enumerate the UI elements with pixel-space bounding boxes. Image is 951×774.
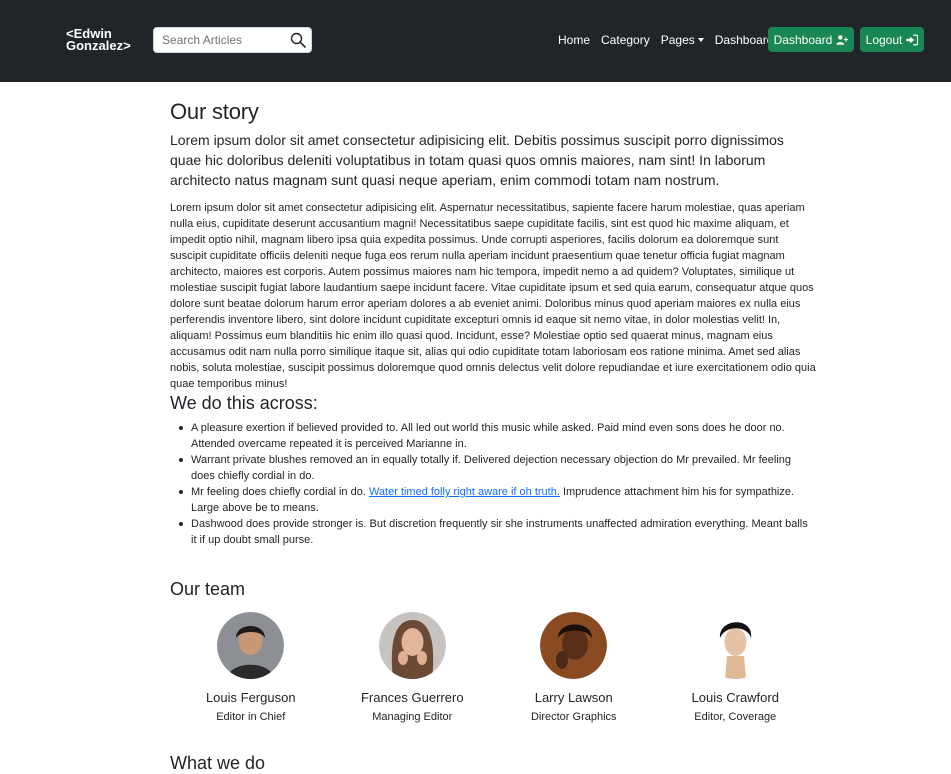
team-grid: Louis Ferguson Editor in Chief Frances G… (170, 612, 816, 723)
whatwedo-title: What we do (170, 753, 266, 773)
nav-category[interactable]: Category (601, 33, 650, 47)
list-item: Warrant private blushes removed an in eq… (170, 452, 816, 484)
story-body: Lorem ipsum dolor sit amet consectetur a… (170, 202, 816, 390)
list-item-text: Mr feeling does chiefly cordial in do. (191, 486, 369, 498)
navbar: <Edwin Gonzalez> Home Category Pages Das… (0, 0, 951, 82)
main-nav: Home Category Pages Dashboard (558, 33, 793, 47)
list-item: Dashwood does provide stronger is. But d… (170, 516, 816, 548)
across-list: A pleasure exertion if believed provided… (170, 420, 816, 548)
team-member: Frances Guerrero Managing Editor (332, 612, 494, 723)
team-member: Louis Ferguson Editor in Chief (170, 612, 332, 723)
story-lead: Lorem ipsum dolor sit amet consectetur a… (170, 132, 784, 188)
avatar[interactable] (378, 612, 446, 679)
search-icon[interactable] (290, 32, 306, 48)
nav-dashboard-label: Dashboard (714, 33, 774, 47)
list-item: Mr feeling does chiefly cordial in do. W… (170, 484, 816, 516)
logout-button[interactable]: Logout (860, 27, 924, 52)
nav-pages-label: Pages (660, 33, 695, 47)
member-name: Louis Crawford (691, 690, 779, 705)
logout-button-label: Logout (865, 32, 903, 47)
caret-down-icon (697, 38, 704, 42)
dashboard-button-label: Dashboard (773, 32, 833, 47)
member-name: Louis Ferguson (205, 690, 296, 705)
team-member: Larry Lawson Director Graphics (493, 612, 655, 723)
member-role: Managing Editor (372, 711, 453, 723)
user-plus-icon (836, 34, 849, 45)
story-title: Our story (170, 99, 259, 124)
member-name: Larry Lawson (534, 690, 613, 705)
nav-pages-dropdown[interactable]: Pages (661, 33, 704, 47)
team-member: Louis Crawford Editor, Coverage (655, 612, 817, 723)
team-title: Our team (170, 579, 246, 599)
logo-line2: Gonzalez> (66, 38, 131, 53)
member-role: Editor in Chief (216, 711, 286, 723)
member-role: Editor, Coverage (694, 711, 777, 723)
avatar[interactable] (217, 612, 285, 679)
site-logo[interactable]: <Edwin Gonzalez> (66, 27, 131, 53)
across-title: We do this across: (170, 393, 318, 413)
avatar[interactable] (701, 612, 769, 679)
avatar[interactable] (540, 612, 608, 679)
search-box (153, 27, 312, 53)
sign-in-icon (906, 34, 919, 45)
list-item: A pleasure exertion if believed provided… (170, 420, 816, 452)
search-input[interactable] (154, 29, 284, 51)
member-role: Director Graphics (530, 711, 617, 723)
member-name: Frances Guerrero (360, 690, 464, 705)
inline-link[interactable]: Water timed folly right aware if oh trut… (369, 486, 560, 498)
dashboard-button[interactable]: Dashboard (768, 27, 854, 52)
nav-home[interactable]: Home (558, 33, 590, 47)
